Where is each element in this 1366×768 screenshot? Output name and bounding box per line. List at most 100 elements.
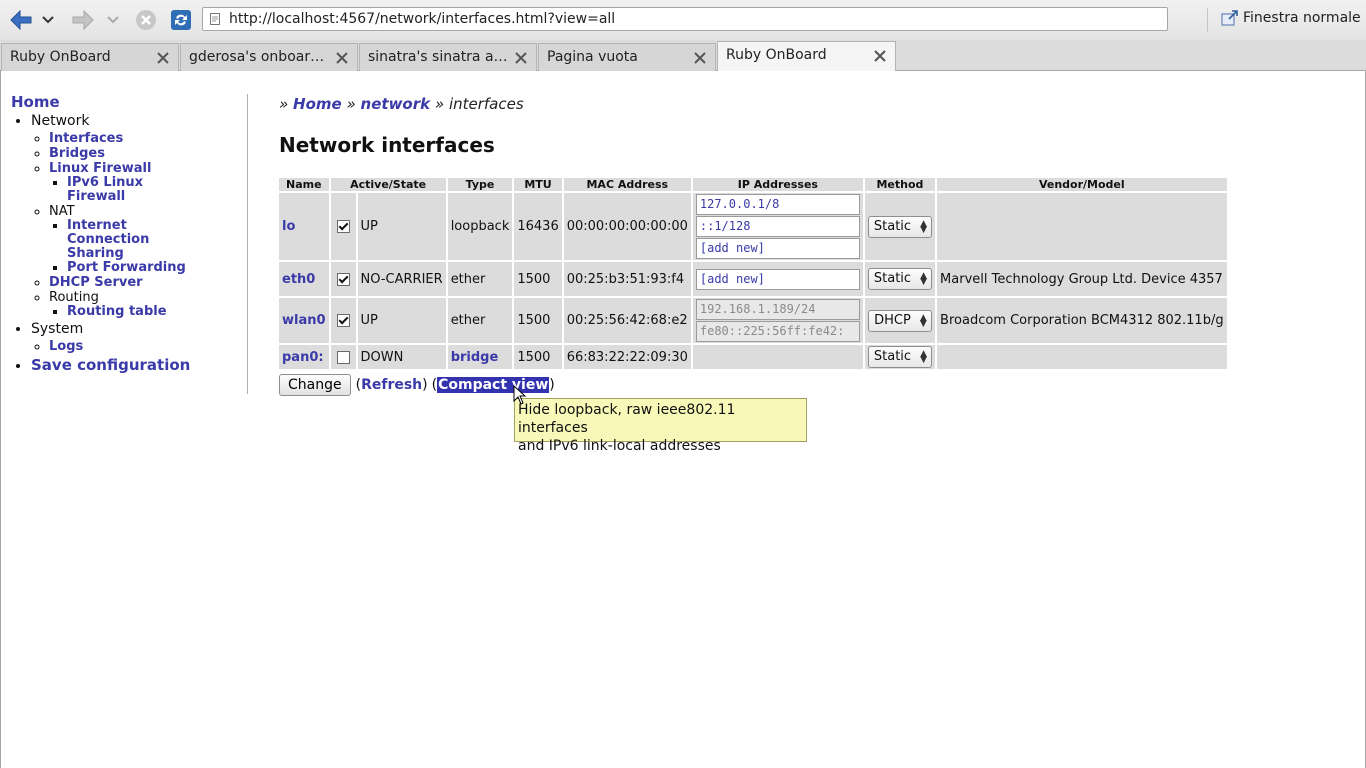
tab-ruby-onboard-1[interactable]: Ruby OnBoard [1,43,179,71]
active-checkbox[interactable] [336,314,350,327]
tab-title: Ruby OnBoard [10,49,111,65]
window-mode-button[interactable]: Finestra normale [1221,10,1361,26]
nav-system: System Logs [31,321,247,354]
close-tab-icon[interactable] [873,49,887,63]
mtu-cell: 1500 [514,345,562,369]
table-row: wlan0 UP ether 1500 00:25:56:42:68:e2 192.168… [279,298,1227,343]
table-row: eth0 NO-CARRIER ether 1500 00:25:b3:51:93:f4… [279,262,1227,296]
forward-icon[interactable] [70,7,96,33]
method-cell: Static ▲ ▼ [864,345,936,369]
stop-icon[interactable] [133,7,159,33]
method-cell: Static ▲ ▼ [864,193,936,260]
mouse-cursor-icon [513,385,527,405]
interface-name-link[interactable]: lo [282,219,295,234]
change-button[interactable]: Change [279,374,351,396]
mac-cell: 66:83:22:22:09:30 [563,345,691,369]
method-select[interactable]: Static ▲ ▼ [867,346,933,368]
vendor-model-cell [937,345,1227,369]
nav-network-label: Network [31,113,90,129]
tab-ruby-onboard-active[interactable]: Ruby OnBoard [717,41,896,71]
tab-gderosa-onboard[interactable]: gderosa's onboar… [180,43,358,71]
tab-pagina-vuota[interactable]: Pagina vuota [538,43,716,71]
interface-name-link[interactable]: eth0 [282,272,315,287]
nav-ics-line1: Internet [67,218,127,233]
method-select[interactable]: DHCP ▲ ▼ [868,309,932,332]
ip-address-field[interactable]: fe80::225:56ff:fe42: [695,321,860,342]
type-cell: bridge [447,345,513,369]
tab-title: sinatra's sinatra at … [368,49,508,65]
reload-icon[interactable] [168,7,194,33]
nav-linux-firewall-link[interactable]: Linux Firewall [49,161,151,176]
refresh-link[interactable]: Refresh [361,377,422,393]
type-cell: ether [447,262,513,296]
close-tab-icon[interactable] [335,51,349,65]
ip-address-field[interactable]: 192.168.1.189/24 [695,299,860,320]
nav-routing-list: Routing table [49,305,247,319]
mtu-cell: 16436 [514,193,562,260]
state-cell: NO-CARRIER [357,262,446,296]
ip-address-field[interactable]: [add new] [695,268,860,290]
active-checkbox-cell [330,345,356,369]
address-bar[interactable]: http://localhost:4567/network/interfaces… [202,7,1168,31]
select-arrows-icon: ▲ ▼ [920,271,928,287]
close-tab-icon[interactable] [514,51,528,65]
column-header-ip-addresses: IP Addresses [692,178,863,191]
tab-sinatra[interactable]: sinatra's sinatra at … [359,43,537,71]
forward-history-chevron-icon[interactable] [103,7,123,33]
active-checkbox-cell [330,193,356,260]
tab-title: Pagina vuota [547,49,638,65]
mac-cell: 00:25:56:42:68:e2 [563,298,691,343]
mtu-cell: 1500 [514,298,562,343]
toolbar-separator [1207,8,1208,32]
tooltip-line1: Hide loopback, raw ieee802.11 interfaces [518,402,736,436]
back-history-chevron-icon[interactable] [38,7,58,33]
paren-close: ) [549,377,555,393]
interface-name-link[interactable]: wlan0 [282,313,326,328]
sidebar-divider [247,94,248,394]
nav-routing-table-link[interactable]: Routing table [67,304,167,319]
column-header-method: Method [864,178,936,191]
column-header-mtu: MTU [514,178,562,191]
breadcrumb-current: interfaces [448,95,524,113]
method-cell: DHCP ▲ ▼ [864,298,936,343]
breadcrumb-network-link[interactable]: network [361,95,431,113]
interface-name-link[interactable]: pan0: [282,350,324,365]
type-link[interactable]: bridge [451,350,499,365]
nav-interfaces-link[interactable]: Interfaces [49,131,123,146]
method-select[interactable]: Static ▲ ▼ [867,268,933,290]
nav-ics-link[interactable]: Internet Connection Sharing [67,218,149,261]
interface-name-cell: lo [279,193,329,260]
active-checkbox[interactable] [336,350,350,364]
ip-address-field[interactable]: ::1/128 [695,216,860,237]
active-checkbox[interactable] [336,220,350,233]
table-row: lo UP loopback 16436 00:00:00:00:00:00 127.0.… [279,193,1227,260]
nav-bridges-link[interactable]: Bridges [49,146,105,161]
select-arrows-icon: ▲ ▼ [920,218,928,235]
save-configuration-link[interactable]: Save configuration [31,356,190,374]
nav-logs-link[interactable]: Logs [49,339,83,354]
window-mode-icon [1221,10,1238,26]
nav-port-forwarding-link[interactable]: Port Forwarding [67,260,186,275]
nav-ics-line2: Connection [67,232,150,247]
nav-ipv6-firewall-link[interactable]: IPv6 Linux Firewall [67,175,143,204]
compact-view-link[interactable]: Compact view [437,377,550,393]
nav-firewall-list: IPv6 LinuxFirewall [49,176,247,204]
close-tab-icon[interactable] [156,51,170,65]
ip-address-field[interactable]: [add new] [695,238,860,259]
main-content: » Home » network » interfaces Network in… [279,95,1227,369]
breadcrumb-home-link[interactable]: Home [293,95,342,113]
back-icon[interactable] [8,7,34,33]
method-value: Static [873,271,912,286]
interface-name-cell: wlan0 [279,298,329,343]
method-select[interactable]: Static ▲ ▼ [867,215,933,238]
nav-dhcp-server-link[interactable]: DHCP Server [49,275,143,290]
ip-addresses-cell: 127.0.0.1/8::1/128 [add new] [692,193,863,260]
active-checkbox[interactable] [336,272,350,286]
ip-address-field[interactable]: 127.0.0.1/8 [695,194,860,215]
close-tab-icon[interactable] [693,51,707,65]
select-arrows-icon: ▲ ▼ [920,349,928,365]
tab-title: Ruby OnBoard [726,47,827,63]
nav-home-link[interactable]: Home [11,93,247,111]
ip-addresses-cell: [add new] [692,262,863,296]
method-cell: Static ▲ ▼ [864,262,936,296]
